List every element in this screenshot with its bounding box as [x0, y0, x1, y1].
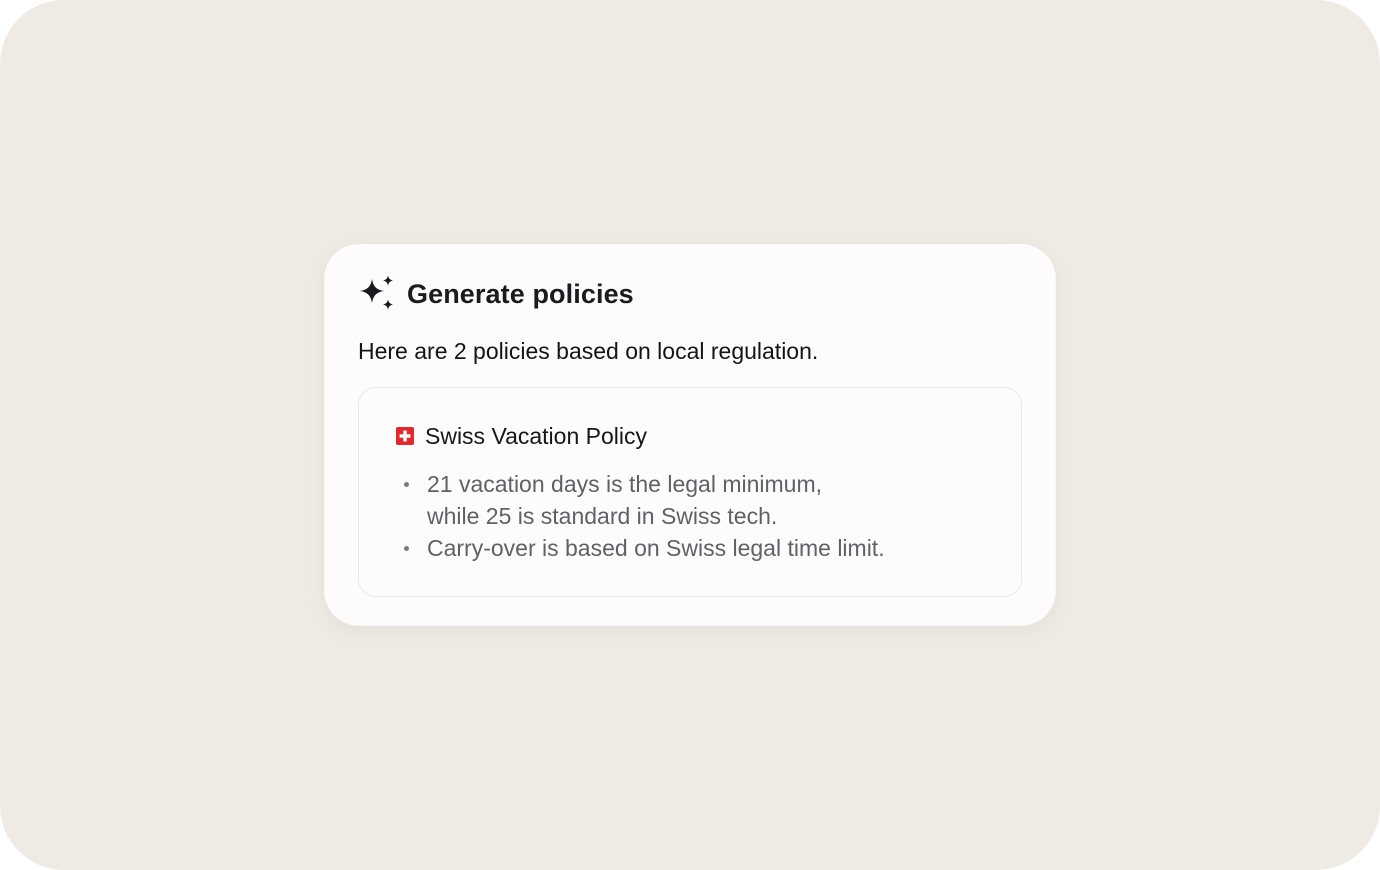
policy-card[interactable]: Swiss Vacation Policy 21 vacation days i…: [358, 387, 1022, 597]
intro-text: Here are 2 policies based on local regul…: [358, 338, 819, 364]
bullet-line: 21 vacation days is the legal minimum,: [427, 471, 823, 497]
policy-bullet-item: Carry-over is based on Swiss legal time …: [403, 532, 885, 564]
bullet-dot-icon: [404, 546, 409, 551]
sparkle-icon: [360, 275, 393, 310]
generate-policies-card: Generate policies Here are 2 policies ba…: [325, 245, 1055, 625]
bullet-line: while 25 is standard in Swiss tech.: [427, 503, 778, 529]
card-title: Generate policies: [407, 278, 634, 309]
bullet-dot-icon: [404, 482, 409, 487]
policy-title: Swiss Vacation Policy: [425, 422, 647, 449]
card-header: Generate policies: [358, 275, 634, 313]
policy-bullet-item: 21 vacation days is the legal minimum, w…: [403, 468, 885, 532]
policy-header: Swiss Vacation Policy: [396, 421, 647, 451]
swiss-flag-icon: [396, 427, 414, 445]
bullet-line: Carry-over is based on Swiss legal time …: [427, 535, 885, 561]
policy-bullet-list: 21 vacation days is the legal minimum, w…: [403, 468, 885, 564]
app-background: Generate policies Here are 2 policies ba…: [0, 0, 1380, 870]
